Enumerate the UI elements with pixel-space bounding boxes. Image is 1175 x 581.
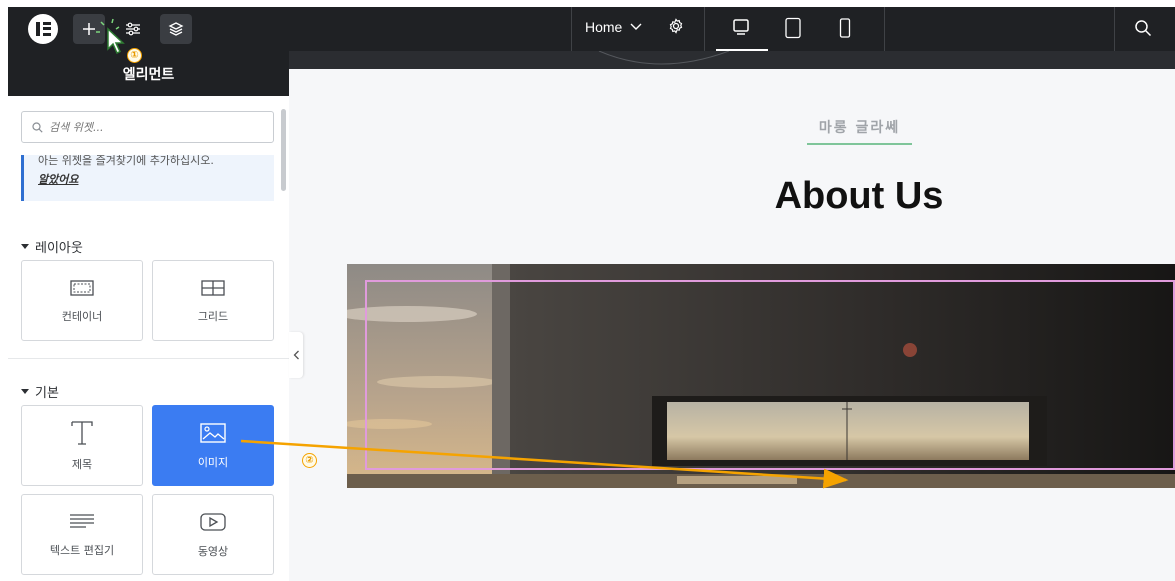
favorites-notice: 아는 위젯을 즐겨찾기에 추가하십시오. 알았어요 <box>21 155 274 201</box>
heading-icon <box>71 420 93 445</box>
panel-scrollbar[interactable] <box>281 109 286 191</box>
panel-collapse-toggle[interactable] <box>289 332 303 378</box>
widget-grid[interactable]: 그리드 <box>152 260 274 341</box>
site-settings-button[interactable] <box>117 14 149 44</box>
canvas-header-band <box>289 50 1175 69</box>
desktop-view-button[interactable] <box>731 17 751 37</box>
layers-icon <box>168 22 184 36</box>
page-selector[interactable]: Home <box>585 19 642 35</box>
page-settings-button[interactable] <box>667 17 685 35</box>
text-editor-icon <box>70 513 94 528</box>
section-divider <box>8 358 289 359</box>
grid-icon <box>201 279 225 296</box>
widget-container[interactable]: 컨테이너 <box>21 260 143 341</box>
add-element-button[interactable] <box>73 14 105 44</box>
panel-header: 엘리먼트 <box>8 51 289 96</box>
search-input[interactable] <box>49 120 259 134</box>
search-icon <box>1135 20 1152 37</box>
tablet-view-button[interactable] <box>784 17 802 39</box>
container-icon <box>70 279 94 296</box>
widget-video[interactable]: 동영상 <box>152 494 274 575</box>
elementor-logo-icon[interactable] <box>28 14 58 44</box>
elements-panel: 엘리먼트 아는 위젯을 즐겨찾기에 추가하십시오. 알았어요 레이아웃 컨테이너… <box>8 51 289 581</box>
toolbar-divider <box>571 7 572 51</box>
toolbar-divider <box>704 7 705 51</box>
video-icon <box>200 512 226 531</box>
gear-icon <box>669 18 683 34</box>
step-marker-1: ① <box>127 48 142 63</box>
page-heading[interactable]: About Us <box>658 175 1060 218</box>
section-eyebrow: 마롱 글라쎄 <box>818 120 901 136</box>
sliders-icon <box>126 22 140 36</box>
eyebrow-underline <box>807 143 912 145</box>
chevron-left-icon <box>293 350 299 360</box>
widget-image[interactable]: 이미지 <box>152 405 274 486</box>
mobile-icon <box>839 18 851 38</box>
chevron-down-icon <box>630 23 642 30</box>
widget-label: 그리드 <box>197 309 229 323</box>
editor-frame: Home 엘리먼트 검색 위젯... 아는 위젯을 즐겨찾기에 추가하십시오. … <box>8 7 1175 581</box>
widget-label: 컨테이너 <box>61 309 103 323</box>
search-button[interactable] <box>1134 19 1152 37</box>
toolbar-divider <box>884 7 885 51</box>
desktop-icon <box>733 19 749 35</box>
mobile-view-button[interactable] <box>837 17 853 39</box>
page-name: Home <box>585 19 623 35</box>
widget-label: 동영상 <box>197 544 229 558</box>
section-layout-toggle[interactable]: 레이아웃 <box>21 237 83 256</box>
step-marker-2: ② <box>302 453 317 468</box>
structure-button[interactable] <box>160 14 192 44</box>
notice-dismiss-link[interactable]: 알았어요 <box>38 171 78 187</box>
section-basic-toggle[interactable]: 기본 <box>21 382 59 401</box>
widget-heading[interactable]: 제목 <box>21 405 143 486</box>
widget-label: 이미지 <box>197 455 229 469</box>
widget-text-editor[interactable]: 텍스트 편집기 <box>21 494 143 575</box>
image-selection-outline <box>365 280 1175 470</box>
caret-down-icon <box>21 244 29 249</box>
widget-search[interactable] <box>21 111 274 143</box>
widget-label: 제목 <box>71 457 93 471</box>
tablet-icon <box>785 17 801 39</box>
toolbar-divider <box>1114 7 1115 51</box>
widget-label: 텍스트 편집기 <box>49 543 115 557</box>
panel-title: 엘리먼트 <box>122 66 175 83</box>
notice-text: 아는 위젯을 즐겨찾기에 추가하십시오. <box>38 155 214 167</box>
decorative-arc <box>598 50 730 65</box>
plus-icon <box>83 23 95 35</box>
top-toolbar: Home <box>8 7 1175 51</box>
image-icon <box>200 422 226 443</box>
section-label: 레이아웃 <box>35 241 83 256</box>
section-label: 기본 <box>35 386 59 401</box>
search-icon <box>32 121 43 133</box>
caret-down-icon <box>21 389 29 394</box>
